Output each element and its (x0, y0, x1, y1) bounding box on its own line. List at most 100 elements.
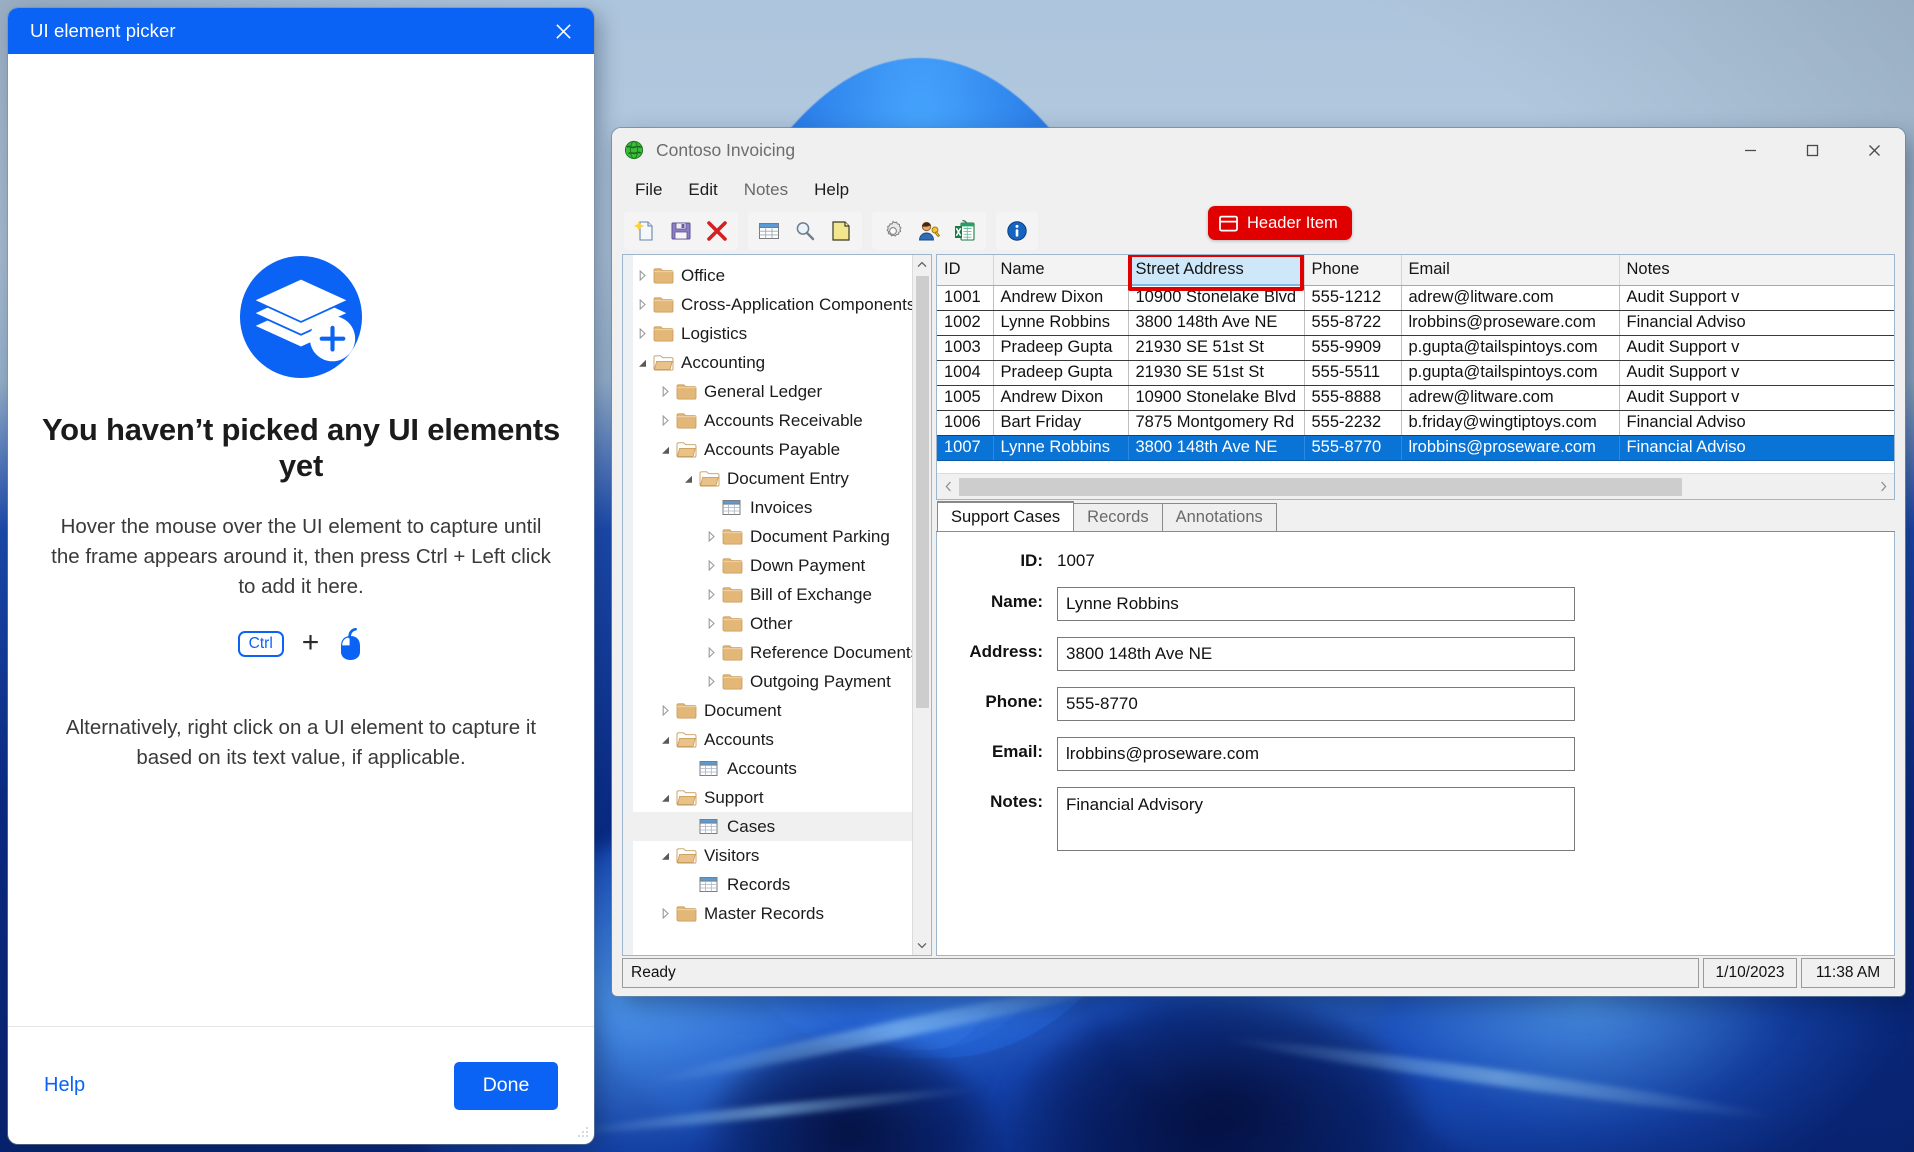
notes-textarea[interactable] (1057, 787, 1575, 851)
cell-address[interactable]: 3800 148th Ave NE (1128, 435, 1304, 460)
info-icon[interactable] (1001, 215, 1033, 247)
collapse-triangle-icon[interactable] (631, 357, 653, 368)
tab-annotations[interactable]: Annotations (1162, 503, 1277, 531)
cell-id[interactable]: 1004 (937, 360, 993, 385)
cell-notes[interactable]: Financial Adviso (1619, 310, 1894, 335)
expand-triangle-icon[interactable] (631, 328, 653, 339)
tree-item-document-parking[interactable]: Document Parking (623, 522, 912, 551)
collapse-triangle-icon[interactable] (654, 792, 676, 803)
table-row[interactable]: 1007Lynne Robbins3800 148th Ave NE555-87… (937, 435, 1894, 460)
cell-email[interactable]: lrobbins@proseware.com (1401, 435, 1619, 460)
table-row[interactable]: 1003Pradeep Gupta21930 SE 51st St555-990… (937, 335, 1894, 360)
cell-address[interactable]: 10900 Stonelake Blvd (1128, 385, 1304, 410)
cell-notes[interactable]: Audit Support v (1619, 285, 1894, 310)
cell-phone[interactable]: 555-8722 (1304, 310, 1401, 335)
magnifier-icon[interactable] (789, 215, 821, 247)
column-header-notes[interactable]: Notes (1619, 255, 1894, 285)
column-header-id[interactable]: ID (937, 255, 993, 285)
chevron-up-icon[interactable] (913, 255, 932, 274)
cell-phone[interactable]: 555-9909 (1304, 335, 1401, 360)
user-key-icon[interactable] (913, 215, 945, 247)
cell-email[interactable]: p.gupta@tailspintoys.com (1401, 360, 1619, 385)
cell-address[interactable]: 10900 Stonelake Blvd (1128, 285, 1304, 310)
floppy-disk-icon[interactable] (665, 215, 697, 247)
expand-triangle-icon[interactable] (631, 299, 653, 310)
cell-id[interactable]: 1003 (937, 335, 993, 360)
collapse-triangle-icon[interactable] (677, 473, 699, 484)
expand-triangle-icon[interactable] (700, 531, 722, 542)
cell-notes[interactable]: Financial Adviso (1619, 435, 1894, 460)
excel-export-icon[interactable] (949, 215, 981, 247)
name-input[interactable] (1057, 587, 1575, 621)
cell-name[interactable]: Pradeep Gupta (993, 335, 1128, 360)
cell-name[interactable]: Pradeep Gupta (993, 360, 1128, 385)
expand-triangle-icon[interactable] (700, 618, 722, 629)
tree-item-accounts[interactable]: Accounts (623, 754, 912, 783)
column-header-street-address[interactable]: Street Address (1128, 255, 1304, 285)
yellow-note-icon[interactable] (825, 215, 857, 247)
cell-id[interactable]: 1007 (937, 435, 993, 460)
phone-input[interactable] (1057, 687, 1575, 721)
chevron-down-icon[interactable] (913, 936, 932, 955)
cell-email[interactable]: b.friday@wingtiptoys.com (1401, 410, 1619, 435)
cell-address[interactable]: 21930 SE 51st St (1128, 335, 1304, 360)
tree-item-document-entry[interactable]: Document Entry (623, 464, 912, 493)
tree-item-cross-application-components[interactable]: Cross-Application Components (623, 290, 912, 319)
cell-id[interactable]: 1006 (937, 410, 993, 435)
new-document-icon[interactable] (629, 215, 661, 247)
gear-icon[interactable] (877, 215, 909, 247)
tree-item-outgoing-payment[interactable]: Outgoing Payment (623, 667, 912, 696)
tree-item-support[interactable]: Support (623, 783, 912, 812)
cell-email[interactable]: lrobbins@proseware.com (1401, 310, 1619, 335)
grid-table-icon[interactable] (753, 215, 785, 247)
tree-item-records[interactable]: Records (623, 870, 912, 899)
tree-item-accounts-payable[interactable]: Accounts Payable (623, 435, 912, 464)
cell-name[interactable]: Lynne Robbins (993, 435, 1128, 460)
menu-edit[interactable]: Edit (677, 177, 728, 203)
table-row[interactable]: 1006Bart Friday7875 Montgomery Rd555-223… (937, 410, 1894, 435)
tree-item-accounts-receivable[interactable]: Accounts Receivable (623, 406, 912, 435)
close-icon[interactable] (540, 11, 586, 51)
red-x-icon[interactable] (701, 215, 733, 247)
tree-item-accounts[interactable]: Accounts (623, 725, 912, 754)
cell-notes[interactable]: Audit Support v (1619, 385, 1894, 410)
tree-item-general-ledger[interactable]: General Ledger (623, 377, 912, 406)
menu-notes[interactable]: Notes (733, 177, 799, 203)
expand-triangle-icon[interactable] (654, 705, 676, 716)
tree-item-down-payment[interactable]: Down Payment (623, 551, 912, 580)
expand-triangle-icon[interactable] (700, 560, 722, 571)
expand-triangle-icon[interactable] (700, 676, 722, 687)
tab-support-cases[interactable]: Support Cases (937, 501, 1074, 531)
cell-name[interactable]: Andrew Dixon (993, 285, 1128, 310)
cell-notes[interactable]: Audit Support v (1619, 360, 1894, 385)
cell-address[interactable]: 3800 148th Ave NE (1128, 310, 1304, 335)
collapse-triangle-icon[interactable] (654, 850, 676, 861)
table-row[interactable]: 1001Andrew Dixon10900 Stonelake Blvd555-… (937, 285, 1894, 310)
expand-triangle-icon[interactable] (700, 647, 722, 658)
tree-vertical-scrollbar[interactable] (912, 255, 931, 955)
cell-name[interactable]: Bart Friday (993, 410, 1128, 435)
tree-item-bill-of-exchange[interactable]: Bill of Exchange (623, 580, 912, 609)
cell-phone[interactable]: 555-2232 (1304, 410, 1401, 435)
maximize-icon[interactable] (1781, 128, 1843, 172)
collapse-triangle-icon[interactable] (654, 734, 676, 745)
grid-horizontal-scrollbar[interactable] (937, 473, 1894, 499)
tree-item-logistics[interactable]: Logistics (623, 319, 912, 348)
cell-notes[interactable]: Financial Adviso (1619, 410, 1894, 435)
tree-item-document[interactable]: Document (623, 696, 912, 725)
tree-item-visitors[interactable]: Visitors (623, 841, 912, 870)
collapse-triangle-icon[interactable] (654, 444, 676, 455)
column-header-email[interactable]: Email (1401, 255, 1619, 285)
close-icon[interactable] (1843, 128, 1905, 172)
address-input[interactable] (1057, 637, 1575, 671)
tree-item-office[interactable]: Office (623, 261, 912, 290)
table-row[interactable]: 1004Pradeep Gupta21930 SE 51st St555-551… (937, 360, 1894, 385)
tree-item-other[interactable]: Other (623, 609, 912, 638)
resize-grip[interactable] (577, 1127, 589, 1139)
cell-notes[interactable]: Audit Support v (1619, 335, 1894, 360)
cell-email[interactable]: p.gupta@tailspintoys.com (1401, 335, 1619, 360)
cell-name[interactable]: Lynne Robbins (993, 310, 1128, 335)
tree-item-accounting[interactable]: Accounting (623, 348, 912, 377)
cell-name[interactable]: Andrew Dixon (993, 385, 1128, 410)
done-button[interactable]: Done (454, 1062, 558, 1110)
